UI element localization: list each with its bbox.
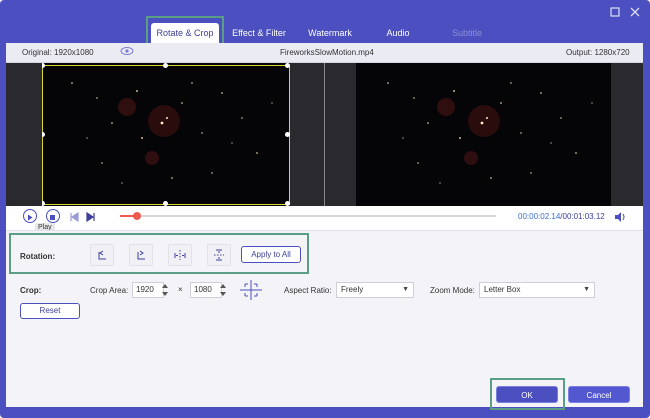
preview-toggle[interactable] bbox=[120, 46, 134, 58]
volume-icon bbox=[615, 212, 625, 222]
zoom-mode-value: Letter Box bbox=[484, 285, 521, 294]
play-icon bbox=[28, 214, 33, 221]
progress-bar[interactable] bbox=[120, 212, 496, 220]
volume-button[interactable] bbox=[614, 210, 626, 228]
info-bar: Original: 1920x1080 FireworksSlowMotion.… bbox=[6, 43, 643, 63]
preview-area bbox=[6, 63, 643, 206]
crop-height-input[interactable]: 1080 bbox=[190, 282, 222, 298]
close-button[interactable] bbox=[626, 4, 644, 22]
footer: OK Cancel bbox=[0, 378, 650, 418]
flip-horizontal-icon bbox=[174, 250, 186, 260]
current-time: 00:00:02.14 bbox=[518, 212, 561, 221]
crop-height-stepper[interactable] bbox=[219, 282, 227, 298]
total-time: /00:01:03.12 bbox=[560, 212, 605, 221]
crop-times-sign: × bbox=[178, 285, 183, 294]
crop-width-stepper[interactable] bbox=[161, 282, 169, 298]
chevron-down-icon: ▼ bbox=[583, 286, 590, 293]
apply-to-all-button[interactable]: Apply to All bbox=[241, 246, 301, 263]
original-video bbox=[42, 63, 290, 206]
next-frame-button[interactable] bbox=[86, 210, 96, 228]
crop-width-input[interactable]: 1920 bbox=[132, 282, 164, 298]
stepper-arrows-icon bbox=[220, 284, 226, 296]
zoom-mode-label: Zoom Mode: bbox=[430, 286, 475, 295]
editor-content: Original: 1920x1080 FireworksSlowMotion.… bbox=[6, 43, 643, 407]
center-crop-button[interactable] bbox=[239, 279, 263, 306]
tab-watermark[interactable]: Watermark bbox=[302, 23, 358, 43]
previous-frame-button[interactable] bbox=[69, 210, 79, 228]
stepper-arrows-icon bbox=[162, 284, 168, 296]
tab-subtitle: Subtitle bbox=[451, 28, 483, 38]
crop-label: Crop: bbox=[20, 286, 42, 295]
output-resolution: Output: 1280x720 bbox=[566, 48, 630, 57]
aspect-ratio-label: Aspect Ratio: bbox=[284, 286, 332, 295]
stop-button[interactable] bbox=[46, 209, 60, 223]
flip-horizontal-button[interactable] bbox=[168, 244, 192, 266]
close-icon bbox=[630, 7, 640, 17]
rotation-label: Rotation: bbox=[20, 252, 56, 261]
video-editor-window: Rotate & Crop Effect & Filter Watermark … bbox=[0, 0, 650, 418]
crop-handle[interactable] bbox=[285, 132, 290, 137]
maximize-icon bbox=[610, 7, 620, 17]
flip-vertical-button[interactable] bbox=[207, 244, 231, 266]
flip-vertical-icon bbox=[214, 249, 224, 261]
aspect-ratio-select[interactable]: Freely ▼ bbox=[336, 282, 414, 298]
maximize-button[interactable] bbox=[606, 4, 624, 22]
zoom-mode-select[interactable]: Letter Box ▼ bbox=[479, 282, 595, 298]
rotate-left-button[interactable] bbox=[90, 244, 114, 266]
chevron-down-icon: ▼ bbox=[402, 286, 409, 293]
ok-button[interactable]: OK bbox=[496, 386, 558, 403]
playback-controls: 00:00:02.14/00:01:03.12 bbox=[6, 206, 643, 230]
rotate-right-icon bbox=[137, 250, 145, 260]
crop-frame[interactable] bbox=[42, 65, 290, 205]
crop-handle[interactable] bbox=[163, 63, 168, 68]
eye-icon bbox=[120, 47, 134, 55]
progress-knob[interactable] bbox=[132, 212, 141, 220]
cancel-button[interactable]: Cancel bbox=[568, 386, 630, 403]
rotate-right-button[interactable] bbox=[129, 244, 153, 266]
tab-rotate-crop[interactable]: Rotate & Crop bbox=[151, 23, 219, 43]
crop-handle[interactable] bbox=[285, 63, 290, 68]
rotate-left-icon bbox=[98, 250, 106, 260]
original-resolution: Original: 1920x1080 bbox=[22, 48, 94, 57]
skip-forward-icon bbox=[86, 211, 95, 223]
play-button[interactable] bbox=[23, 209, 37, 223]
output-video bbox=[356, 63, 611, 206]
tab-effect-filter[interactable]: Effect & Filter bbox=[226, 23, 292, 43]
preview-divider bbox=[324, 63, 325, 206]
file-name: FireworksSlowMotion.mp4 bbox=[280, 48, 374, 57]
reset-button[interactable]: Reset bbox=[20, 303, 80, 319]
title-bar: Rotate & Crop Effect & Filter Watermark … bbox=[0, 0, 650, 44]
time-readout: 00:00:02.14/00:01:03.12 bbox=[518, 212, 605, 221]
tab-audio[interactable]: Audio bbox=[376, 23, 420, 43]
skip-back-icon bbox=[70, 211, 79, 223]
stop-icon bbox=[50, 215, 55, 220]
aspect-ratio-value: Freely bbox=[341, 285, 364, 294]
crop-area-label: Crop Area: bbox=[90, 286, 129, 295]
crosshair-icon bbox=[240, 280, 262, 300]
fireworks-output-image bbox=[387, 82, 593, 184]
